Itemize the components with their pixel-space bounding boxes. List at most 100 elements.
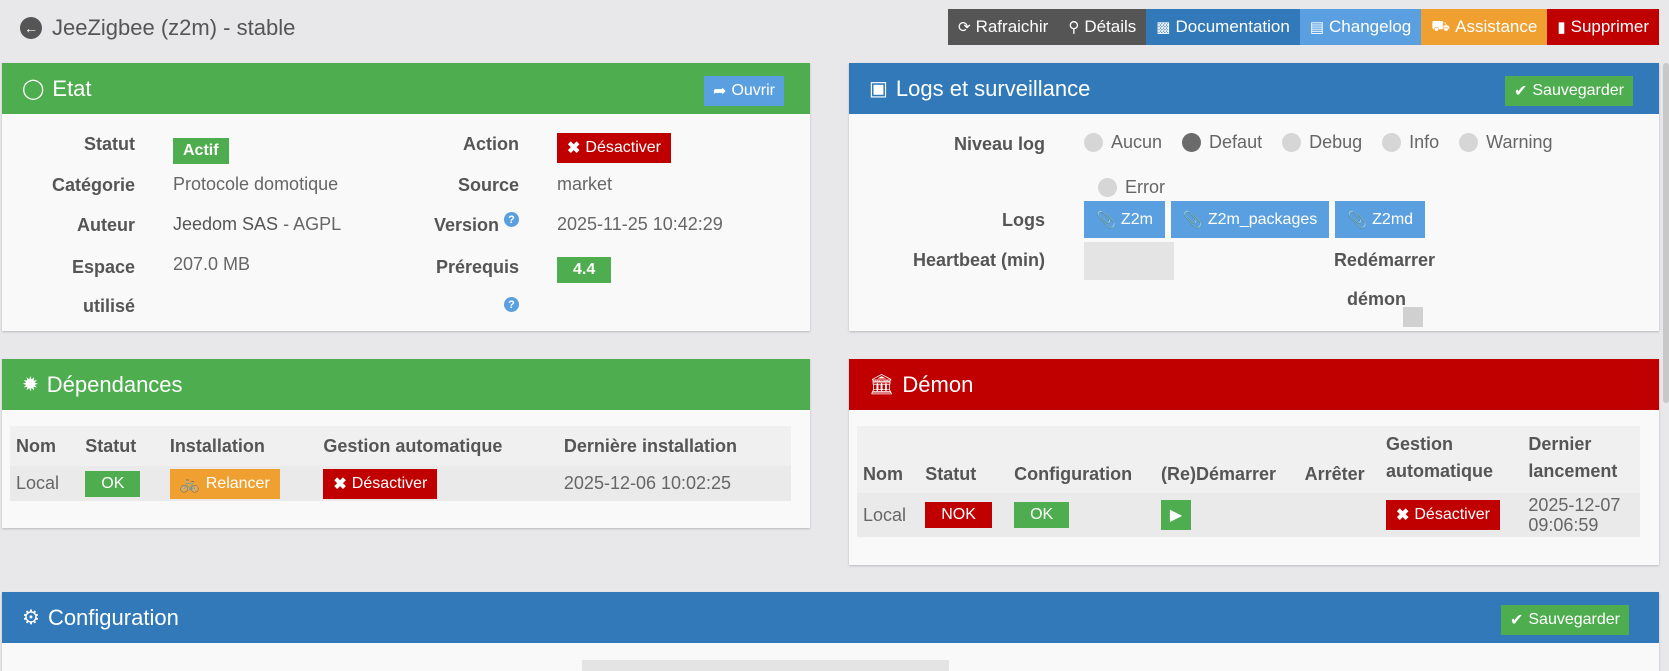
scrollbar[interactable]	[1663, 63, 1669, 403]
dep-deactivate-button[interactable]: ✖ Désactiver	[323, 468, 438, 499]
radio-error[interactable]: Error	[1098, 177, 1165, 198]
toolbar: ⟳ Rafraichir ⚲ Détails ▩ Documentation ▤…	[948, 9, 1660, 45]
heartbeat-input[interactable]	[1084, 242, 1174, 280]
version-label: Version	[433, 215, 499, 235]
delete-button[interactable]: ▮ Supprimer	[1547, 9, 1660, 45]
version-help-icon[interactable]: ?	[504, 212, 519, 227]
check-circle-icon: ✔	[1513, 83, 1528, 100]
col-nom: Nom	[16, 435, 56, 456]
restart-daemon-label: Redémarrer	[1333, 250, 1435, 270]
log-level-radios: Aucun Defaut Debug Info Warning Error	[1084, 132, 1644, 198]
restart-daemon-label-2: démon	[1346, 289, 1406, 309]
book-icon: ▩	[1156, 19, 1171, 36]
check-circle-icon: ✔	[1509, 612, 1524, 629]
prerequis-badge: 4.4	[557, 257, 612, 283]
etat-title: Etat	[52, 75, 92, 101]
assistance-button[interactable]: ⛟ Assistance	[1421, 9, 1548, 45]
table-header-row: Nom Statut Installation Gestion automati…	[10, 426, 791, 466]
demon-statut-badge: NOK	[925, 502, 992, 528]
logs-save-button[interactable]: ✔ Sauvegarder	[1504, 76, 1633, 106]
radio-dot-selected[interactable]	[1182, 133, 1202, 152]
categorie-label: Catégorie	[51, 175, 135, 195]
dep-relancer-button[interactable]: 🚲 Relancer	[169, 468, 280, 499]
col-statut: Statut	[925, 464, 977, 484]
ambulance-icon: ⛟	[1431, 17, 1451, 35]
demon-panel: 🏛 Démon Nom Statut Configuration (Re)Dém…	[849, 359, 1659, 565]
log-buttons: 📎 Z2m 📎 Z2m_packages 📎 Z2md	[1084, 201, 1426, 238]
plugin-title: JeeZigbee (z2m) - stable	[52, 15, 296, 40]
back-arrow-icon[interactable]: ←	[20, 17, 42, 39]
table-row: Local OK 🚲 Relancer ✖ Désactiver 2025-12-0…	[10, 466, 791, 501]
radio-info[interactable]: Info	[1382, 132, 1439, 153]
radio-warning[interactable]: Warning	[1459, 132, 1553, 153]
col-redemarrer: (Re)Démarrer	[1160, 464, 1277, 484]
statut-label: Statut	[84, 134, 135, 154]
demon-config-badge: OK	[1014, 502, 1070, 528]
dep-derniere: 2025-12-06 10:02:25	[563, 473, 732, 493]
niveau-log-label: Niveau log	[953, 134, 1045, 154]
restart-daemon-checkbox[interactable]	[1403, 307, 1423, 327]
radio-debug[interactable]: Debug	[1282, 132, 1362, 153]
auteur-label: Auteur	[77, 215, 135, 235]
radio-dot[interactable]	[1098, 178, 1117, 197]
col-statut: Statut	[85, 435, 137, 456]
logs-panel: ▣ Logs et surveillance ✔ Sauvegarder Niv…	[849, 63, 1659, 331]
radio-aucun[interactable]: Aucun	[1084, 132, 1162, 153]
dep-statut-badge: OK	[85, 470, 141, 497]
etat-panel: ◯ Etat ➦ Ouvrir Statut Catégorie Auteur …	[2, 63, 810, 331]
col-nom: Nom	[863, 464, 903, 484]
log-z2md-button[interactable]: 📎 Z2md	[1335, 201, 1426, 238]
configuration-panel: ⚙ Configuration ✔ Sauvegarder	[2, 592, 1659, 671]
log-z2m-packages-button[interactable]: 📎 Z2m_packages	[1170, 201, 1330, 238]
radio-dot[interactable]	[1282, 133, 1302, 152]
espace-label-2: utilisé	[82, 296, 135, 316]
radio-dot[interactable]	[1459, 133, 1479, 152]
col-arreter: Arrêter	[1304, 464, 1365, 484]
dependances-header: ✹ Dépendances	[2, 359, 810, 410]
col-dernier: Dernier lancement	[1528, 434, 1618, 481]
log-z2m-button[interactable]: 📎 Z2m	[1084, 201, 1165, 238]
page-title: ← JeeZigbee (z2m) - stable	[20, 12, 295, 44]
espace-label: Espace	[71, 257, 135, 277]
dep-nom: Local	[16, 473, 60, 493]
demon-dernier: 2025-12-07 09:06:59	[1528, 495, 1621, 535]
radio-dot[interactable]	[1382, 133, 1402, 152]
logs-header: ▣ Logs et surveillance ✔ Sauvegarder	[849, 63, 1659, 114]
refresh-button[interactable]: ⟳ Rafraichir	[948, 9, 1059, 45]
config-input[interactable]	[582, 660, 949, 671]
cogs-icon: ⚙	[22, 607, 40, 629]
radio-defaut[interactable]: Defaut	[1182, 132, 1262, 153]
dependances-table: Nom Statut Installation Gestion automati…	[10, 426, 791, 501]
changelog-button[interactable]: ▤ Changelog	[1299, 9, 1422, 45]
demon-deactivate-button[interactable]: ✖ Désactiver	[1385, 500, 1500, 530]
spinner-icon: ◯	[22, 78, 45, 100]
statut-badge: Actif	[173, 138, 229, 164]
config-save-button[interactable]: ✔ Sauvegarder	[1500, 605, 1629, 635]
file-code-icon: ▤	[1309, 19, 1325, 36]
source-value: market	[557, 174, 613, 194]
deactivate-plugin-button[interactable]: ✖ Désactiver	[557, 133, 671, 163]
radio-dot[interactable]	[1084, 133, 1103, 152]
details-button[interactable]: ⚲ Détails	[1058, 9, 1147, 45]
prerequis-help-icon[interactable]: ?	[504, 297, 519, 312]
version-value: 2025-11-25 10:42:29	[557, 214, 723, 234]
demon-start-button[interactable]: ▶	[1160, 500, 1191, 530]
close-icon: ✖	[333, 475, 347, 493]
etat-header: ◯ Etat ➦ Ouvrir	[2, 63, 810, 114]
paperclip-icon: 📎	[1096, 211, 1116, 229]
col-gestion: Gestion automatique	[1385, 434, 1493, 481]
espace-value: 207.0 MB	[173, 254, 251, 274]
demon-header: 🏛 Démon	[849, 359, 1659, 410]
prerequis-label: Prérequis	[435, 257, 519, 277]
col-installation: Installation	[169, 435, 265, 456]
logs-title: Logs et surveillance	[895, 75, 1091, 101]
file-icon: ▣	[869, 78, 888, 100]
open-button[interactable]: ➦ Ouvrir	[704, 76, 784, 106]
demon-table: Nom Statut Configuration (Re)Démarrer Ar…	[857, 426, 1640, 537]
dependances-panel: ✹ Dépendances Nom Statut Installation Ge…	[2, 359, 810, 528]
logs-label: Logs	[1002, 210, 1045, 230]
documentation-button[interactable]: ▩ Documentation	[1146, 9, 1300, 45]
source-label: Source	[457, 175, 519, 195]
col-configuration: Configuration	[1014, 464, 1133, 484]
table-header-row: Nom Statut Configuration (Re)Démarrer Ar…	[857, 426, 1640, 493]
